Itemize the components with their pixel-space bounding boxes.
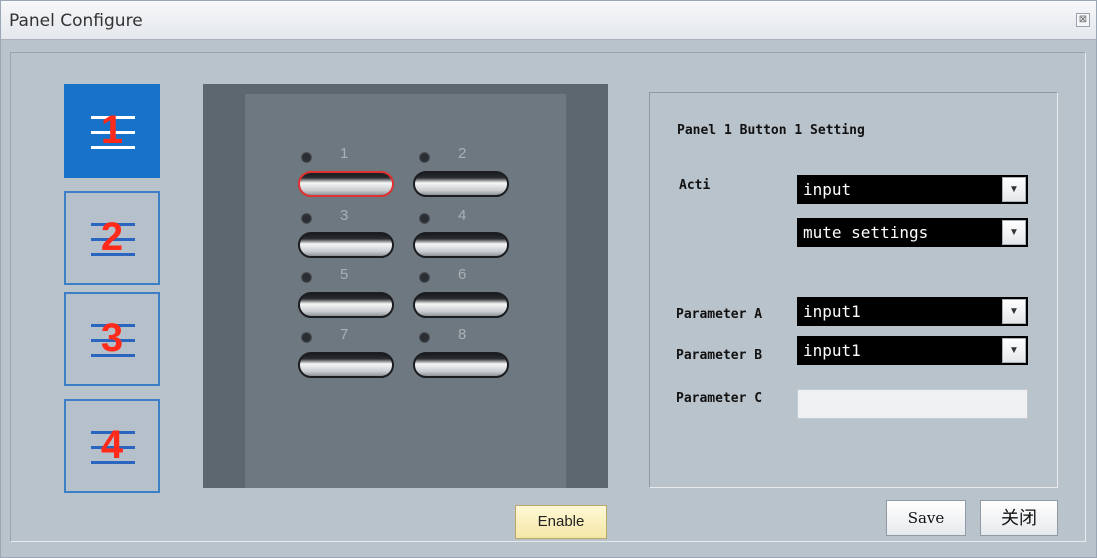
parameter-a-select[interactable]: input1 ▼	[797, 297, 1028, 326]
parameter-b-label: Parameter B	[676, 348, 763, 363]
action-select[interactable]: input ▼	[797, 175, 1028, 204]
panel-button-1[interactable]: 1	[64, 84, 160, 178]
led-indicator-7	[302, 333, 311, 342]
key-button-4[interactable]	[413, 232, 509, 258]
panel-button-4[interactable]: 4	[64, 399, 160, 493]
chevron-down-icon[interactable]: ▼	[1002, 220, 1026, 245]
action-select-value: input	[803, 180, 852, 199]
parameter-c-field[interactable]	[797, 389, 1028, 419]
parameter-b-select[interactable]: input1 ▼	[797, 336, 1028, 365]
key-number: 4	[458, 207, 467, 224]
action-sub-select[interactable]: mute settings ▼	[797, 218, 1028, 247]
device-face	[245, 94, 566, 488]
key-number: 5	[340, 266, 349, 283]
key-button-1[interactable]	[298, 171, 394, 197]
settings-group	[649, 92, 1058, 488]
panel-button-2[interactable]: 2	[64, 191, 160, 285]
key-button-7[interactable]	[298, 352, 394, 378]
close-button[interactable]: 关闭	[980, 500, 1058, 536]
key-button-5[interactable]	[298, 292, 394, 318]
key-number: 2	[458, 145, 467, 162]
led-indicator-3	[302, 214, 311, 223]
window-title: Panel Configure	[9, 11, 143, 31]
led-indicator-2	[420, 153, 429, 162]
enable-button[interactable]: Enable	[515, 505, 607, 539]
led-indicator-1	[302, 153, 311, 162]
chevron-down-icon[interactable]: ▼	[1002, 177, 1026, 202]
led-indicator-4	[420, 214, 429, 223]
key-button-2[interactable]	[413, 171, 509, 197]
chevron-down-icon[interactable]: ▼	[1002, 299, 1026, 324]
key-button-8[interactable]	[413, 352, 509, 378]
parameter-a-label: Parameter A	[676, 307, 763, 322]
panel-number: 2	[100, 215, 124, 259]
action-sub-select-value: mute settings	[803, 223, 929, 242]
panel-button-3[interactable]: 3	[64, 292, 160, 386]
panel-number: 4	[100, 423, 124, 467]
parameter-c-label: Parameter C	[676, 391, 763, 406]
key-number: 3	[340, 207, 349, 224]
key-number: 8	[458, 326, 467, 343]
key-button-3[interactable]	[298, 232, 394, 258]
action-label: Acti	[679, 178, 711, 193]
close-icon[interactable]: ⊠	[1076, 13, 1090, 27]
panel-device-preview	[203, 84, 608, 488]
title-bar: Panel Configure ⊠	[1, 1, 1096, 40]
led-indicator-8	[420, 333, 429, 342]
panel-number: 3	[100, 316, 124, 360]
led-indicator-5	[302, 273, 311, 282]
key-button-6[interactable]	[413, 292, 509, 318]
parameter-a-value: input1	[803, 302, 861, 321]
parameter-b-value: input1	[803, 341, 861, 360]
led-indicator-6	[420, 273, 429, 282]
panel-number: 1	[100, 108, 124, 152]
chevron-down-icon[interactable]: ▼	[1002, 338, 1026, 363]
key-number: 1	[340, 145, 349, 162]
key-number: 6	[458, 266, 467, 283]
save-button[interactable]: Save	[886, 500, 966, 536]
key-number: 7	[340, 326, 349, 343]
settings-title: Panel 1 Button 1 Setting	[677, 123, 865, 138]
